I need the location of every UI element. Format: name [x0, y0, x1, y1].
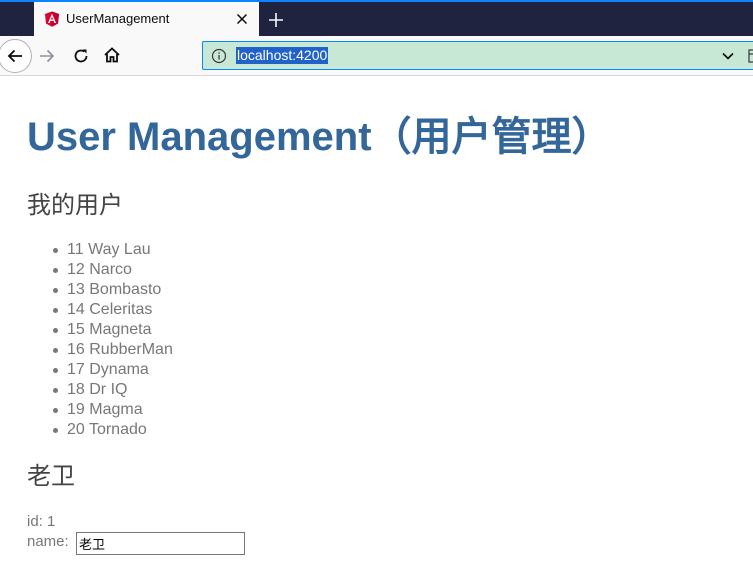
user-id: 20 — [67, 421, 85, 438]
user-list-item[interactable]: 18 Dr IQ — [53, 380, 173, 400]
user-name: Narco — [89, 261, 132, 278]
id-label: id: — [27, 513, 43, 530]
toolbar-overflow-icon[interactable] — [748, 48, 753, 64]
site-info-icon[interactable] — [211, 48, 227, 64]
new-tab-icon[interactable] — [266, 10, 286, 30]
user-name: Tornado — [88, 421, 147, 438]
name-label: name: — [27, 533, 69, 550]
user-list-item[interactable]: 15 Magneta — [53, 320, 173, 340]
user-id: 16 — [67, 341, 85, 358]
user-id: 17 — [67, 361, 85, 378]
reload-icon[interactable] — [72, 47, 90, 65]
user-id: 15 — [67, 321, 85, 338]
back-button[interactable] — [0, 39, 32, 73]
user-id: 19 — [67, 401, 85, 418]
user-name: Celeritas — [89, 301, 153, 318]
close-tab-icon[interactable] — [234, 11, 250, 27]
user-name: RubberMan — [89, 341, 173, 358]
user-id-line: id: 1 — [27, 513, 55, 530]
user-id: 12 — [67, 261, 85, 278]
tab-usermanagement[interactable]: UserManagement — [34, 2, 259, 36]
id-value: 1 — [47, 513, 56, 530]
user-name: Magma — [89, 401, 143, 418]
user-id: 13 — [67, 281, 85, 298]
name-input[interactable] — [76, 532, 245, 555]
user-name: Way Lau — [88, 241, 151, 258]
home-icon[interactable] — [103, 46, 121, 64]
user-name: Dynama — [89, 361, 149, 378]
user-detail-heading: 老卫 — [27, 462, 75, 490]
user-list-item[interactable]: 12 Narco — [53, 260, 173, 280]
user-name: Bombasto — [89, 281, 162, 298]
user-id: 14 — [67, 301, 85, 318]
forward-arrow-icon[interactable] — [38, 47, 56, 65]
chevron-down-icon[interactable] — [721, 49, 735, 63]
user-list-item[interactable]: 17 Dynama — [53, 360, 173, 380]
tab-title: UserManagement — [66, 11, 170, 26]
my-users-heading: 我的用户 — [27, 191, 123, 219]
user-list-item[interactable]: 14 Celeritas — [53, 300, 173, 320]
user-list-item[interactable]: 13 Bombasto — [53, 280, 173, 300]
user-name-line: name: — [27, 532, 245, 555]
user-list-item[interactable]: 11 Way Lau — [53, 240, 173, 260]
user-list-item[interactable]: 19 Magma — [53, 400, 173, 420]
user-id: 18 — [67, 381, 85, 398]
address-bar[interactable]: localhost:4200 — [202, 41, 753, 70]
users-list: 11 Way Lau 12 Narco 13 Bombasto 14 Celerita… — [27, 240, 173, 440]
user-id: 11 — [67, 241, 84, 258]
user-list-item[interactable]: 16 RubberMan — [53, 340, 173, 360]
user-name: Dr IQ — [89, 381, 128, 398]
back-arrow-icon — [7, 49, 22, 63]
page-title: User Management（用户管理） — [27, 115, 612, 159]
user-list-item[interactable]: 20 Tornado — [53, 420, 173, 440]
angular-logo-icon — [44, 11, 60, 27]
tab-bar: UserManagement — [0, 0, 753, 36]
navigation-toolbar: localhost:4200 — [0, 36, 753, 76]
url-text[interactable]: localhost:4200 — [236, 47, 329, 64]
user-name: Magneta — [89, 321, 152, 338]
